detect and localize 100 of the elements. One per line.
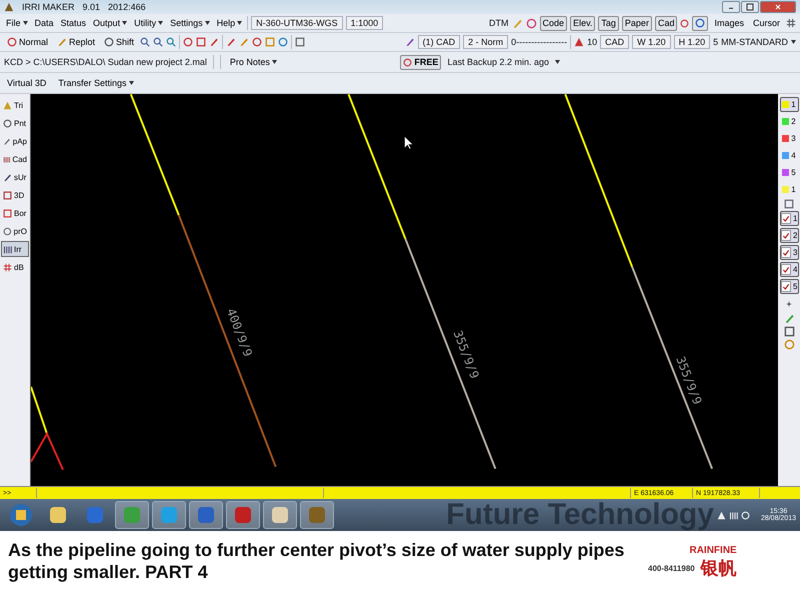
layer-checkbox[interactable]: 2 [780,228,798,243]
menu-item[interactable]: Help [214,18,244,28]
check-icon [782,282,790,290]
caret-icon [555,60,560,64]
layer-field[interactable]: (1) CAD [418,35,460,49]
layer-button[interactable]: 3 [780,131,798,146]
toolbar-button[interactable]: Elev. [570,16,596,30]
checkbox[interactable] [780,264,792,275]
check-icon [782,232,790,240]
text-layer-field[interactable]: CAD [600,35,630,49]
side-tool[interactable]: Irr [1,241,29,257]
check-icon [782,248,790,256]
zoom-icon [140,37,150,47]
circle-icon [695,18,706,28]
menu-item[interactable]: Utility [132,18,166,28]
projection-field: N-360-UTM36-WGS [251,16,343,30]
side-tool[interactable]: Bor [1,205,29,221]
pen-icon [57,37,68,47]
zoom-icon [166,37,176,47]
menu-item[interactable]: Settings [168,18,212,28]
pen-icon [512,18,523,28]
caret-icon [158,21,164,25]
close-button[interactable] [760,1,796,13]
toolbar-button[interactable]: Cursor [750,16,783,30]
layer-button[interactable]: 2 [780,114,798,129]
tool-button[interactable]: Normal [4,34,52,50]
menu-item[interactable]: Output [91,18,130,28]
brush-icon [784,313,794,324]
side-tool[interactable]: Cad [1,151,29,167]
check-icon [782,214,790,222]
add-button[interactable]: + [783,296,795,311]
line-type-field[interactable]: 0----------------- [511,37,568,47]
checkbox[interactable] [780,230,792,241]
layer-button[interactable]: 4 [780,148,798,163]
text-size: 10 [587,37,598,47]
height-field[interactable]: H 1.20 [674,35,710,49]
count-field[interactable]: 5 [713,37,718,47]
menu-item[interactable]: Data [32,18,56,28]
side-tool[interactable]: pAp [1,133,29,149]
file-path: KCD > C:\USERS\DALO\ Sudan new project 2.mal [4,57,207,67]
mode-field[interactable]: 2 - Norm [463,35,508,49]
backup-status: Last Backup 2.2 min. ago [447,57,549,67]
irrigation-button[interactable] [692,16,708,30]
toolbar-button[interactable]: Paper [622,16,652,30]
pivot-line-drawing [31,432,64,470]
tool-button[interactable]: Shift [101,34,138,50]
caret-icon [237,21,242,25]
text-style-field[interactable]: MM-STANDARD [721,37,788,47]
layer-checkbox[interactable]: 3 [780,245,798,260]
free-button[interactable]: FREE [400,54,442,70]
menu-item[interactable]: Status [58,18,88,28]
caption-text: As the pipeline going to further center pivot’s size of water supply pipes getting smaller. PART 4 [8,539,626,583]
toolbar-button[interactable]: Code [540,16,568,30]
app-version: 9.01 [82,2,100,12]
notes-button[interactable]: Pro Notes [226,54,280,70]
side-tool[interactable]: Tri [1,97,29,113]
pen-icon [239,37,250,47]
caret-icon [791,40,796,44]
checkbox[interactable] [780,281,792,292]
side-tool[interactable]: sUr [1,169,29,185]
menu-item[interactable]: Transfer Settings [55,76,137,90]
pen-icon [226,37,236,47]
caret-icon [122,21,128,25]
side-tool[interactable]: Pnt [1,115,29,131]
side-tool[interactable]: prO [1,223,29,239]
side-tool[interactable]: dB [1,259,29,275]
bars-icon [3,154,10,164]
dtm-label: DTM [489,18,509,28]
taskbar-app[interactable] [263,501,297,529]
hash-icon [3,262,12,272]
layer-checkbox[interactable]: 4 [780,262,798,277]
checkbox[interactable] [780,247,792,258]
layer-checkbox[interactable]: 1 [780,211,798,226]
menu-item[interactable]: Virtual 3D [4,76,50,90]
layer-button[interactable]: 5 [780,165,798,180]
taskbar-app[interactable] [226,501,260,529]
toolbar-button[interactable]: Cad [654,16,678,30]
close-icon [774,3,782,11]
checkbox[interactable] [780,213,792,224]
tool-button[interactable]: Replot [54,34,98,50]
cursor-icon [404,136,414,150]
check-icon [782,266,790,274]
side-tool[interactable]: 3D [1,187,29,203]
desktop-background-text: Future Technology [446,498,714,532]
pen-icon [404,37,415,47]
toolbar-button[interactable]: Tag [598,16,619,30]
layer-checkbox[interactable]: 5 [780,279,798,294]
scale-field: 1:1000 [346,16,384,30]
build-number: 2012:466 [108,2,146,12]
layer-button[interactable]: 1 [780,182,798,197]
maximize-button[interactable] [741,1,759,13]
toolbar-button[interactable]: Images [711,16,747,30]
caret-icon [22,21,28,25]
triangle-icon [3,100,12,110]
taskbar-app[interactable] [189,501,223,529]
caret-icon [204,21,210,25]
menu-item[interactable]: File [4,18,30,28]
maximize-icon [746,3,754,11]
width-field[interactable]: W 1.20 [632,35,671,49]
layer-button[interactable]: 1 [780,97,798,112]
